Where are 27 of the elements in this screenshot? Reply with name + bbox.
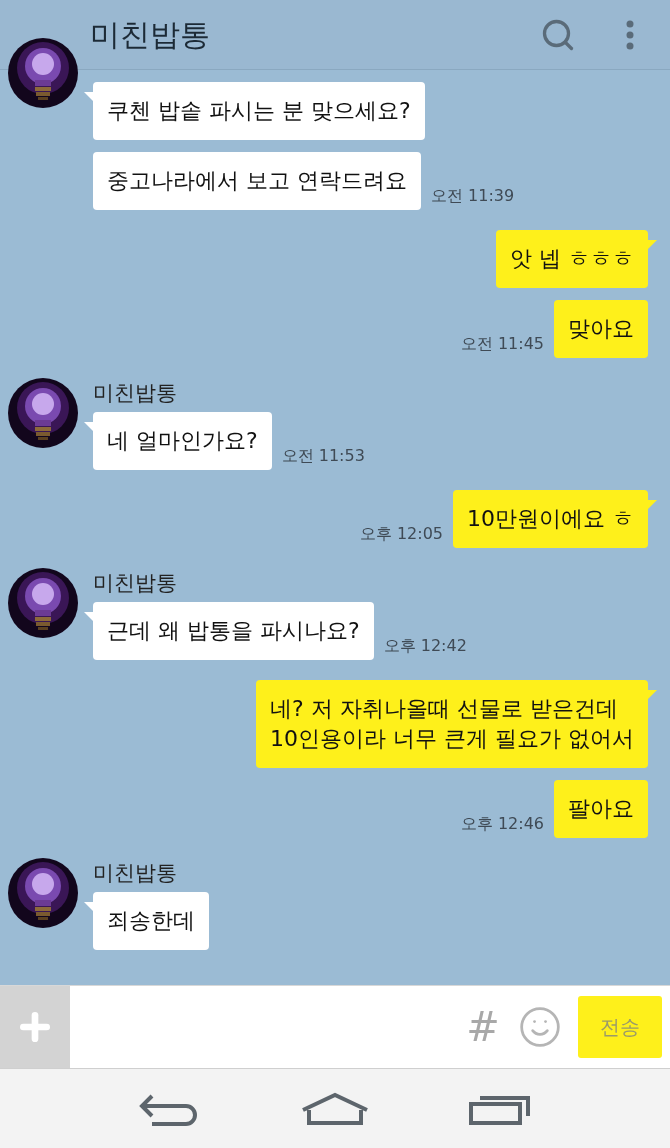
message-bubble: 중고나라에서 보고 연락드려요	[93, 152, 421, 210]
hashtag-button[interactable]: #	[458, 997, 508, 1057]
bubble-tail-icon	[647, 240, 657, 250]
send-button[interactable]: 전송	[578, 996, 662, 1058]
sender-name: 미친밥통	[93, 860, 178, 882]
message-time: 오전 11:39	[431, 185, 515, 207]
bubble-tail-icon	[647, 690, 657, 700]
emoticon-button[interactable]	[518, 1005, 562, 1049]
message-time: 오후 12:42	[383, 635, 467, 657]
sender-name: 미친밥통	[93, 570, 178, 592]
message-time: 오전 11:53	[281, 445, 365, 467]
more-options-icon	[626, 19, 634, 50]
bubble-tail-icon	[84, 902, 94, 912]
home-icon[interactable]	[299, 1091, 371, 1126]
chat-title: 미친밥통	[90, 16, 211, 54]
smiley-icon	[518, 1005, 562, 1049]
message-time: 오후 12:46	[460, 813, 544, 835]
message-time: 오전 11:45	[460, 333, 544, 355]
bubble-tail-icon	[84, 422, 94, 432]
attach-button[interactable]	[0, 986, 70, 1068]
message-bubble: 맞아요	[554, 300, 648, 358]
sender-name: 미친밥통	[93, 380, 178, 402]
bubble-tail-icon	[84, 612, 94, 622]
bubble-tail-icon	[84, 92, 94, 102]
message-time: 오후 12:05	[359, 523, 443, 545]
message-bubble: 팔아요	[554, 780, 648, 838]
bubble-tail-icon	[647, 500, 657, 510]
